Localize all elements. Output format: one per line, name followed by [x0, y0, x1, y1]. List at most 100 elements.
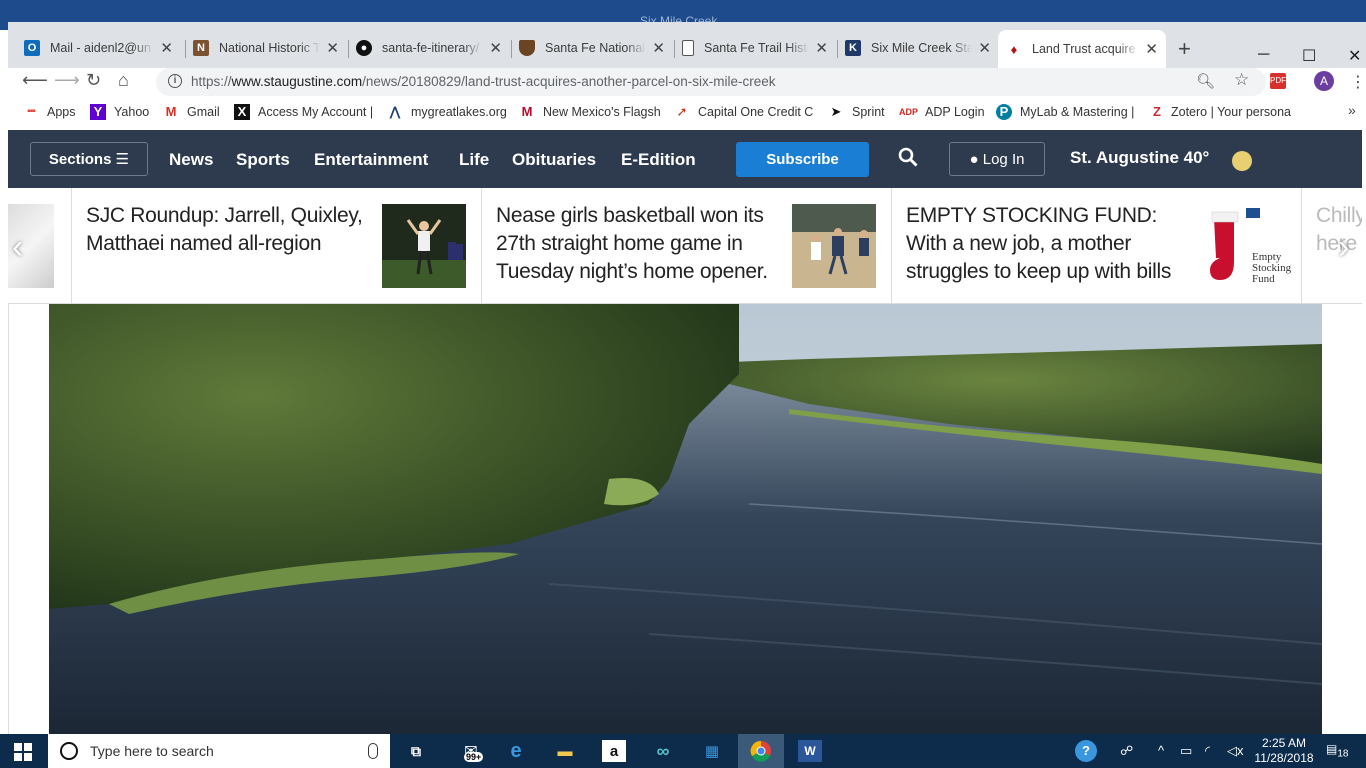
nav-obituaries[interactable]: Obituaries — [512, 150, 596, 170]
nav-life[interactable]: Life — [459, 150, 489, 170]
taskbar-search-box[interactable]: Type here to search — [48, 734, 390, 768]
volume-mute-icon[interactable]: ◁x — [1227, 743, 1244, 759]
bookmark-capital-one[interactable]: ➚ Capital One Credit C — [674, 104, 814, 120]
nav-news[interactable]: News — [169, 150, 213, 170]
minimize-button[interactable]: ─ — [1258, 46, 1269, 64]
bookmark-gmail[interactable]: M Gmail — [163, 104, 220, 120]
clock[interactable]: 2:25 AM 11/28/2018 — [1252, 736, 1316, 766]
record-icon: ♦ — [1010, 41, 1018, 57]
windows-start-icon[interactable] — [14, 743, 32, 761]
battery-icon[interactable]: ▭ — [1180, 743, 1192, 759]
file-explorer-icon[interactable]: ▬ — [553, 740, 577, 762]
info-icon[interactable]: i — [168, 74, 182, 88]
carousel-item[interactable]: EMPTY STOCKING FUND: With a new job, a m… — [891, 188, 1301, 303]
login-button[interactable]: ● Log In — [949, 142, 1045, 176]
zoom-icon[interactable]: 🔍︎ — [1196, 72, 1215, 90]
url-text[interactable]: https://www.staugustine.com/news/2018082… — [191, 74, 776, 89]
greatlakes-icon: ⋀ — [389, 104, 401, 119]
stocking-photo[interactable]: Empty Stocking Fund — [1202, 204, 1291, 288]
tab-github[interactable]: ● santa-fe-itinerary/ ✕ — [348, 32, 510, 64]
sections-button[interactable]: Sections ☰ — [30, 142, 148, 176]
carousel-item[interactable]: Nease girls basketball won its 27th stra… — [481, 188, 891, 303]
apps-grid-icon: ▪▪▪ — [27, 106, 36, 117]
tab-mail[interactable]: O Mail - aidenl2@un ✕ — [16, 32, 181, 64]
edge-icon[interactable]: e — [504, 740, 528, 762]
pearson-icon: P — [996, 104, 1012, 120]
tab-label: Santa Fe Trail Histo — [704, 41, 810, 55]
infinity-app-icon[interactable]: ∞ — [651, 740, 675, 762]
task-view-icon[interactable]: ⧉ — [404, 740, 428, 762]
carousel-headline[interactable]: Nease girls basketball won its 27th stra… — [496, 202, 776, 286]
calculator-app-icon[interactable]: ▦ — [700, 740, 724, 762]
microphone-icon[interactable] — [368, 743, 378, 759]
close-icon[interactable]: ✕ — [978, 39, 991, 57]
carousel-next-arrow[interactable]: › — [1338, 228, 1349, 267]
tab-strip: O Mail - aidenl2@un ✕ N National Histori… — [8, 22, 1366, 68]
carousel-item-partial[interactable]: Chilly here — [1301, 188, 1362, 303]
close-icon[interactable]: ✕ — [652, 39, 665, 57]
tab-label: Mail - aidenl2@un — [50, 41, 151, 55]
chrome-taskbar-button[interactable] — [738, 734, 784, 768]
tab-six-mile-creek[interactable]: K Six Mile Creek Sta ✕ — [837, 32, 999, 64]
bookmark-mylab[interactable]: P MyLab & Mastering | — [996, 104, 1134, 120]
bookmark-yahoo[interactable]: Y Yahoo — [90, 104, 149, 120]
people-icon[interactable]: ☍ — [1120, 743, 1133, 759]
close-icon[interactable]: ✕ — [815, 39, 828, 57]
back-button[interactable]: ⟵ — [22, 70, 48, 91]
sprint-icon: ➤ — [830, 104, 842, 119]
unm-icon: M — [521, 104, 533, 119]
bookmark-unm[interactable]: M New Mexico's Flagsh — [519, 104, 661, 120]
nav-sports[interactable]: Sports — [236, 150, 290, 170]
more-bookmarks-icon[interactable]: » — [1348, 102, 1356, 118]
carousel-headline[interactable]: EMPTY STOCKING FUND: With a new job, a m… — [906, 202, 1186, 286]
close-icon[interactable]: ✕ — [326, 39, 339, 57]
basketball-photo[interactable] — [792, 204, 876, 288]
maximize-button[interactable]: ☐ — [1302, 46, 1316, 66]
profile-avatar[interactable]: A — [1314, 71, 1334, 91]
github-icon: ● — [356, 40, 372, 56]
tab-land-trust[interactable]: ♦ Land Trust acquire ✕ — [998, 30, 1166, 68]
action-center-icon[interactable]: ▤18 — [1326, 742, 1348, 759]
carousel-prev-arrow[interactable]: ‹ — [12, 228, 23, 267]
page-icon — [682, 40, 694, 56]
tray-expand-icon[interactable]: ^ — [1158, 743, 1164, 758]
nav-entertainment[interactable]: Entertainment — [314, 150, 428, 170]
search-placeholder: Type here to search — [90, 743, 214, 759]
tab-santa-fe-trail[interactable]: Santa Fe Trail Histo ✕ — [674, 32, 836, 64]
pdf-extension-icon[interactable]: PDF — [1270, 73, 1286, 89]
new-tab-button[interactable]: + — [1178, 36, 1191, 62]
clock-date: 11/28/2018 — [1254, 751, 1314, 765]
word-icon[interactable]: W — [798, 740, 822, 762]
close-icon[interactable]: ✕ — [160, 39, 173, 57]
forward-button[interactable]: ⟶ — [54, 70, 80, 91]
bookmark-adp[interactable]: ADP ADP Login — [899, 104, 985, 120]
menu-kebab-icon[interactable]: ⋮ — [1350, 72, 1366, 92]
x-icon: X — [234, 104, 250, 120]
tab-national-historic[interactable]: N National Historic T ✕ — [185, 32, 347, 64]
bookmark-zotero[interactable]: Z Zotero | Your persona — [1151, 104, 1291, 120]
mail-app-icon[interactable]: ✉99+ — [454, 740, 488, 762]
bookmark-mygreatlakes[interactable]: ⋀ mygreatlakes.org — [387, 104, 507, 120]
capitalone-icon: ➚ — [676, 104, 688, 119]
close-icon[interactable]: ✕ — [489, 39, 502, 57]
amazon-icon[interactable]: a — [602, 740, 626, 762]
carousel-headline[interactable]: SJC Roundup: Jarrell, Quixley, Matthaei … — [86, 202, 366, 258]
close-window-button[interactable]: ✕ — [1348, 46, 1361, 66]
bookmark-apps[interactable]: ▪▪▪ Apps — [23, 104, 75, 120]
address-bar[interactable]: i https://www.staugustine.com/news/20180… — [156, 68, 1266, 96]
help-icon[interactable]: ? — [1075, 740, 1097, 762]
wifi-icon[interactable]: ◜ — [1205, 743, 1210, 759]
bookmark-star-icon[interactable]: ☆ — [1234, 70, 1249, 90]
subscribe-button[interactable]: Subscribe — [736, 142, 869, 177]
nav-e-edition[interactable]: E-Edition — [621, 150, 696, 170]
bookmark-sprint[interactable]: ➤ Sprint — [828, 104, 885, 120]
search-icon[interactable] — [898, 147, 918, 167]
weather-label: St. Augustine 40° — [1070, 148, 1210, 167]
bookmark-access-account[interactable]: X Access My Account | — [234, 104, 373, 120]
reload-button[interactable]: ↻ — [86, 70, 101, 91]
soccer-photo[interactable] — [382, 204, 466, 288]
home-button[interactable]: ⌂ — [118, 70, 129, 91]
close-icon[interactable]: ✕ — [1145, 40, 1158, 58]
tab-santa-fe-national[interactable]: Santa Fe National ✕ — [511, 32, 673, 64]
carousel-item[interactable]: SJC Roundup: Jarrell, Quixley, Matthaei … — [71, 188, 481, 303]
